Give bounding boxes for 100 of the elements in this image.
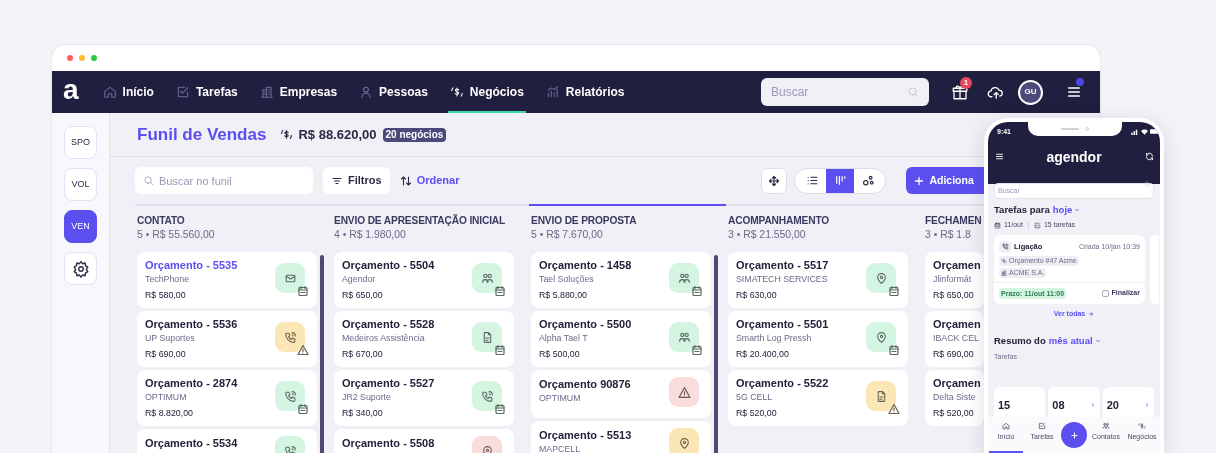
sort-icon — [399, 174, 412, 187]
stat-value: 08 — [1052, 397, 1065, 413]
company-name: Jlinformát — [933, 273, 972, 285]
deal-value: R$ 520,00 — [933, 407, 974, 419]
company-name: MAPCELL — [539, 443, 581, 453]
pipeline-button[interactable]: VOL — [64, 168, 97, 201]
deal-card[interactable]: Orçamento - 5508 — [334, 429, 514, 453]
nav-link[interactable]: Relatórios — [543, 71, 627, 113]
company-name: Delta Siste — [933, 391, 976, 403]
app-logo: agendor — [1046, 148, 1102, 167]
company-name: IBACK CEL — [933, 332, 979, 344]
dollar-icon — [1001, 257, 1007, 264]
menu-icon — [1066, 84, 1082, 100]
column-summary: 5 • R$ 55.560,00 — [137, 228, 215, 242]
deal-title: Orçamento - 5528 — [342, 317, 435, 331]
column-summary: 5 • R$ 7.670,00 — [531, 228, 603, 242]
deal-card[interactable]: Orçamento - 5534 — [137, 429, 317, 453]
signal-icon — [1131, 129, 1139, 135]
pipeline-button[interactable]: VEN — [64, 210, 97, 243]
building-icon — [1001, 269, 1007, 276]
deal-card[interactable]: Orçamento - 5517 SIMATECH SERVICES R$ 630,00 — [728, 252, 908, 308]
column-title: FECHAMEN — [925, 214, 982, 228]
add-task-button[interactable] — [1061, 422, 1087, 448]
nav-link[interactable]: Pessoas — [357, 71, 430, 113]
filters-button[interactable]: Filtros — [323, 167, 390, 194]
deal-card[interactable]: Orçamento - 5501 Smarth Log Pressh R$ 20.400,00 — [728, 311, 908, 367]
deal-title: Orçamento - 5527 — [342, 376, 435, 390]
nav-link[interactable]: Início — [100, 71, 156, 113]
page-title: Funil de Vendas — [137, 123, 267, 146]
deal-card[interactable]: Orçamento - 5513 MAPCELL — [531, 421, 711, 453]
company-name: SIMATECH SERVICES — [736, 273, 828, 285]
section-title: Tarefas para — [994, 203, 1050, 217]
deal-card[interactable]: Orçamento - 2874 OPTIMUM R$ 8.820,00 — [137, 370, 317, 426]
move-button[interactable] — [761, 167, 788, 194]
logo[interactable]: a — [63, 76, 79, 104]
deal-value: R$ 690,00 — [145, 348, 186, 360]
deal-title: Orçamen — [933, 317, 981, 331]
deal-value: R$ 650,00 — [342, 289, 383, 301]
plus-icon — [913, 174, 926, 187]
menu-icon — [995, 152, 1004, 161]
nav-link[interactable]: Tarefas — [173, 71, 240, 113]
deal-value: R$ 8.820,00 — [145, 407, 193, 419]
arrow-right-icon — [1088, 311, 1095, 317]
deal-card[interactable]: Orçamento - 5527 JR2 Suporte R$ 340,00 — [334, 370, 514, 426]
stat-value: 20 — [1106, 397, 1119, 413]
company-name: 5G CELL — [736, 391, 773, 403]
deal-value: R$ 650,00 — [933, 289, 974, 301]
company-name: Alpha Tael T — [539, 332, 588, 344]
gift-icon — [951, 83, 969, 101]
nav-link[interactable]: Empresas — [257, 71, 340, 113]
deal-card[interactable]: Orçamento - 5528 Medeiros Assistência R$ 670,00 — [334, 311, 514, 367]
pipeline-button[interactable]: SPO — [64, 126, 97, 159]
scrollbar[interactable] — [714, 255, 718, 453]
column-summary: 3 • R$ 1.8 — [925, 228, 971, 242]
deal-title: Orçamento - 5513 — [539, 428, 632, 442]
deal-card[interactable]: Orçamen Delta Siste R$ 520,00 — [925, 370, 984, 426]
column-summary: 3 • R$ 21.550,00 — [728, 228, 806, 242]
view-toggle[interactable] — [826, 168, 855, 193]
deal-title: Orçamento - 5500 — [539, 317, 632, 331]
deal-card[interactable]: Orçamen IBACK CEL R$ 690,00 — [925, 311, 984, 367]
search-field[interactable]: Buscar no funil — [135, 167, 313, 194]
move-icon — [768, 174, 781, 187]
column-title: CONTATO — [137, 214, 185, 228]
deal-title: Orçamento - 5517 — [736, 258, 829, 272]
stat-card[interactable]: 15 — [994, 387, 1046, 417]
scrollbar[interactable] — [320, 255, 324, 453]
deal-value: R$ 520,00 — [736, 407, 777, 419]
deal-card[interactable]: Orçamento - 1458 Tael Soluções R$ 5.880,00 — [531, 252, 711, 308]
deal-card[interactable]: Orçamento - 5536 UP Suportes R$ 690,00 — [137, 311, 317, 367]
deal-card[interactable]: Orçamento - 5535 TechPhone R$ 580,00 — [137, 252, 317, 308]
deal-card[interactable]: Orçamen Jlinformát R$ 650,00 — [925, 252, 984, 308]
deal-title: Orçamen — [933, 258, 981, 272]
search-field[interactable]: Buscar — [761, 78, 929, 106]
stat-card[interactable]: 20 — [1102, 387, 1154, 417]
sort-button[interactable]: Ordenar — [399, 167, 460, 194]
add-button[interactable]: Adiciona — [906, 167, 984, 194]
deal-count-badge: 20 negócios — [382, 127, 447, 142]
settings-button[interactable] — [64, 252, 97, 285]
deal-card[interactable]: Orçamento - 5500 Alpha Tael T R$ 500,00 — [531, 311, 711, 367]
deal-value: R$ 500,00 — [539, 348, 580, 360]
company-name: JR2 Suporte — [342, 391, 391, 403]
deal-card[interactable]: Orçamento - 5522 5G CELL R$ 520,00 — [728, 370, 908, 426]
deal-title: Orçamen — [933, 376, 981, 390]
stat-card[interactable]: 08 — [1048, 387, 1100, 417]
period-dropdown[interactable]: hoje — [1052, 203, 1081, 218]
user-avatar[interactable]: GU — [1018, 79, 1043, 105]
column-title: ACOMPANHAMENTO — [728, 214, 830, 228]
deal-card[interactable]: Orçamento 90876 OPTIMUM — [531, 370, 711, 418]
plus-icon — [1069, 430, 1079, 440]
pipeline-total: R$ 88.620,00 — [298, 125, 377, 144]
deal-title: Orçamento - 5501 — [736, 317, 829, 331]
company-name: Medeiros Assistência — [342, 332, 425, 344]
deal-title: Orçamento - 5534 — [145, 436, 238, 450]
calendar-icon — [994, 222, 1001, 229]
period-dropdown[interactable]: mês atual — [1048, 334, 1101, 349]
deal-card[interactable]: Orçamento - 5504 Agendor R$ 650,00 — [334, 252, 514, 308]
deal-title: Orçamento - 5535 — [145, 258, 238, 272]
deal-title: Orçamento - 5504 — [342, 258, 435, 272]
refresh-icon — [1145, 152, 1154, 161]
deal-value: R$ 340,00 — [342, 407, 383, 419]
